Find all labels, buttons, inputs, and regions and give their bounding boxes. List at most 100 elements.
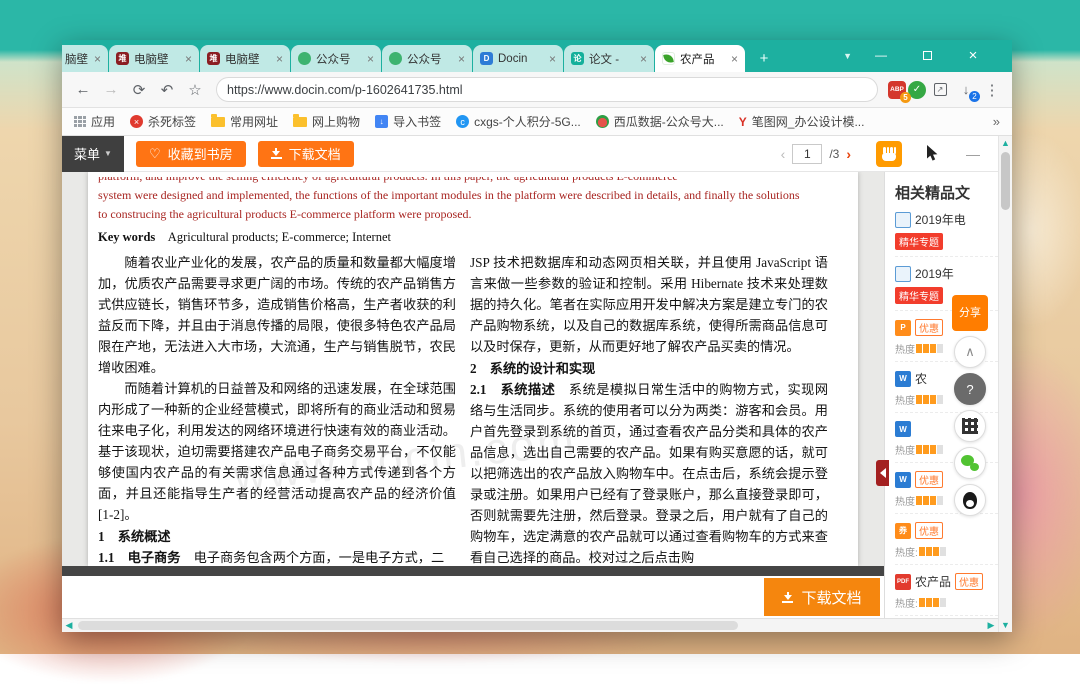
doc-title: 2019年电	[915, 211, 966, 228]
doc-icon	[895, 266, 911, 282]
downloads-badge: 2	[969, 91, 980, 102]
import-bookmarks-icon: ↓	[375, 115, 388, 128]
tab-close-icon[interactable]: ×	[640, 52, 647, 66]
browser-tab[interactable]: 公众号 ×	[382, 45, 472, 72]
tab-strip: 脑壁 × 堆 电脑壁 × 堆 电脑壁 × 公众号 × 公众号 × D Docin…	[62, 40, 1012, 72]
window-minimize-button[interactable]: —	[862, 42, 900, 68]
browser-tab[interactable]: 公众号 ×	[291, 45, 381, 72]
tab-close-icon[interactable]: ×	[94, 52, 101, 66]
kill-tab-icon: ×	[130, 115, 143, 128]
downloads-icon[interactable]: ↓ 2	[954, 78, 978, 102]
docin-toolbar: 菜单 ▼ ♡ 收藏到书房 下载文档 ‹ 1 /3 ›	[62, 136, 998, 172]
page-number-input[interactable]: 1	[792, 144, 822, 164]
horizontal-scrollbar[interactable]: ◀ ▶	[62, 618, 998, 632]
bookmarks-overflow-icon[interactable]: »	[993, 114, 1000, 129]
duitang-favicon: 堆	[116, 52, 129, 65]
window-close-button[interactable]: ×	[954, 42, 992, 68]
browser-tab[interactable]: 堆 电脑壁 ×	[200, 45, 290, 72]
horizontal-scrollbar-thumb[interactable]	[78, 621, 738, 630]
menu-button[interactable]: 菜单 ▼	[62, 136, 124, 172]
vertical-scrollbar-thumb[interactable]	[1001, 152, 1010, 210]
scroll-down-icon[interactable]: ▼	[999, 618, 1012, 632]
browser-tab[interactable]: 论 论文 - ×	[564, 45, 654, 72]
qr-code-icon	[962, 418, 978, 434]
duitang-favicon: 堆	[207, 52, 220, 65]
tab-label: 农产品	[680, 51, 726, 67]
favorite-button[interactable]: ♡ 收藏到书房	[136, 141, 246, 167]
undo-icon[interactable]: ↶	[154, 77, 180, 103]
floating-buttons: 分享 ∧ ?	[952, 295, 988, 516]
tab-close-icon[interactable]: ×	[367, 52, 374, 66]
back-button[interactable]: ←	[70, 77, 96, 103]
bookmark-folder[interactable]: 常用网址	[211, 113, 278, 130]
page-content: 菜单 ▼ ♡ 收藏到书房 下载文档 ‹ 1 /3 ›	[62, 136, 1012, 632]
help-button[interactable]: ?	[954, 373, 986, 405]
vertical-scrollbar[interactable]: ▲ ▼	[998, 136, 1012, 632]
next-page-icon[interactable]: ›	[846, 146, 851, 162]
paragraph: 随着农业产业化的发展，农产品的质量和数量都大幅度增加，优质农产品需要寻求更广阔的…	[98, 252, 456, 378]
scroll-right-icon[interactable]: ▶	[984, 619, 998, 632]
heat-indicator: 热度:	[895, 595, 998, 610]
right-column: JSP 技术把数据库和动态网页相关联，并且使用 JavaScript 语言来做一…	[470, 252, 828, 566]
url-text: https://www.docin.com/p-1602641735.html	[227, 83, 867, 97]
bookmark-star-icon[interactable]: ☆	[182, 77, 208, 103]
refresh-button[interactable]: ⟳	[126, 77, 152, 103]
bookmark-item[interactable]: × 杀死标签	[130, 113, 196, 130]
wechat-share-button[interactable]	[954, 447, 986, 479]
qq-share-button[interactable]	[954, 484, 986, 516]
bookmark-item[interactable]: Y 笔图网_办公设计模...	[739, 113, 865, 130]
tabs-dropdown-icon[interactable]: ▼	[843, 51, 852, 61]
word-icon: W	[895, 421, 911, 437]
bookmark-item[interactable]: c cxgs-个人积分-5G...	[456, 113, 581, 130]
pdf-icon: PDF	[895, 574, 911, 590]
select-tool-button[interactable]	[919, 141, 945, 167]
forward-button[interactable]: →	[98, 77, 124, 103]
clipped-text-line: platform, and improve the selling effici…	[98, 177, 834, 186]
window-maximize-button[interactable]	[908, 42, 946, 68]
scroll-top-button[interactable]: ∧	[954, 336, 986, 368]
tab-close-icon[interactable]: ×	[549, 52, 556, 66]
related-doc-item[interactable]: 券 优惠 热度:	[895, 522, 998, 565]
new-tab-button[interactable]: +	[751, 48, 777, 68]
adblock-badge: 5	[900, 92, 911, 103]
browser-tab-active[interactable]: 农产品 ×	[655, 45, 745, 72]
tab-close-icon[interactable]: ×	[731, 52, 738, 66]
browser-tab[interactable]: D Docin ×	[473, 45, 563, 72]
bookmark-item[interactable]: 西瓜数据-公众号大...	[596, 113, 724, 130]
prev-page-icon[interactable]: ‹	[781, 146, 786, 162]
page-navigation: ‹ 1 /3 › —	[781, 141, 998, 167]
doc-icon	[895, 212, 911, 228]
related-doc-item[interactable]: PDF 农产品 优惠 热度:	[895, 573, 998, 616]
bookmarks-bar: 应用 × 杀死标签 常用网址 网上购物 ↓ 导入书签 c cxgs-个人积分-5…	[62, 108, 1012, 136]
qr-code-button[interactable]	[954, 410, 986, 442]
doc-title: 农	[915, 370, 927, 387]
footer-download-button[interactable]: 下载文档	[764, 578, 880, 616]
tab-close-icon[interactable]: ×	[458, 52, 465, 66]
bookmark-folder[interactable]: 网上购物	[293, 113, 360, 130]
toolbar-collapse-icon[interactable]: —	[966, 146, 980, 162]
green-favicon	[298, 52, 311, 65]
browser-menu-icon[interactable]: ⋮	[980, 78, 1004, 102]
bookmark-item[interactable]: ↓ 导入书签	[375, 113, 441, 130]
address-bar[interactable]: https://www.docin.com/p-1602641735.html	[216, 77, 878, 102]
browser-tab[interactable]: 堆 电脑壁 ×	[109, 45, 199, 72]
browser-tab[interactable]: 脑壁 ×	[62, 45, 108, 72]
related-doc-item[interactable]: 2019年电 精华专题	[895, 211, 998, 257]
section-heading: 1 系统概述	[98, 526, 456, 547]
coupon-tag: 优惠	[915, 319, 943, 336]
panel-icon[interactable]: ↗	[928, 78, 952, 102]
tab-close-icon[interactable]: ×	[276, 52, 283, 66]
bitu-favicon: Y	[739, 116, 747, 128]
tab-close-icon[interactable]: ×	[185, 52, 192, 66]
share-button[interactable]: 分享	[952, 295, 988, 331]
coupon-tag: 优惠	[915, 522, 943, 539]
sidebar-collapse-arrow[interactable]	[876, 460, 889, 486]
adblock-extension-icon[interactable]: ABP 5	[888, 81, 906, 99]
scroll-left-icon[interactable]: ◀	[62, 619, 76, 632]
browser-toolbar: ← → ⟳ ↶ ☆ https://www.docin.com/p-160264…	[62, 72, 1012, 108]
hand-tool-button[interactable]	[876, 141, 902, 167]
docin-leaf-favicon	[662, 52, 675, 65]
apps-button[interactable]: 应用	[74, 113, 115, 130]
scroll-up-icon[interactable]: ▲	[999, 136, 1012, 150]
download-doc-button[interactable]: 下载文档	[258, 141, 354, 167]
